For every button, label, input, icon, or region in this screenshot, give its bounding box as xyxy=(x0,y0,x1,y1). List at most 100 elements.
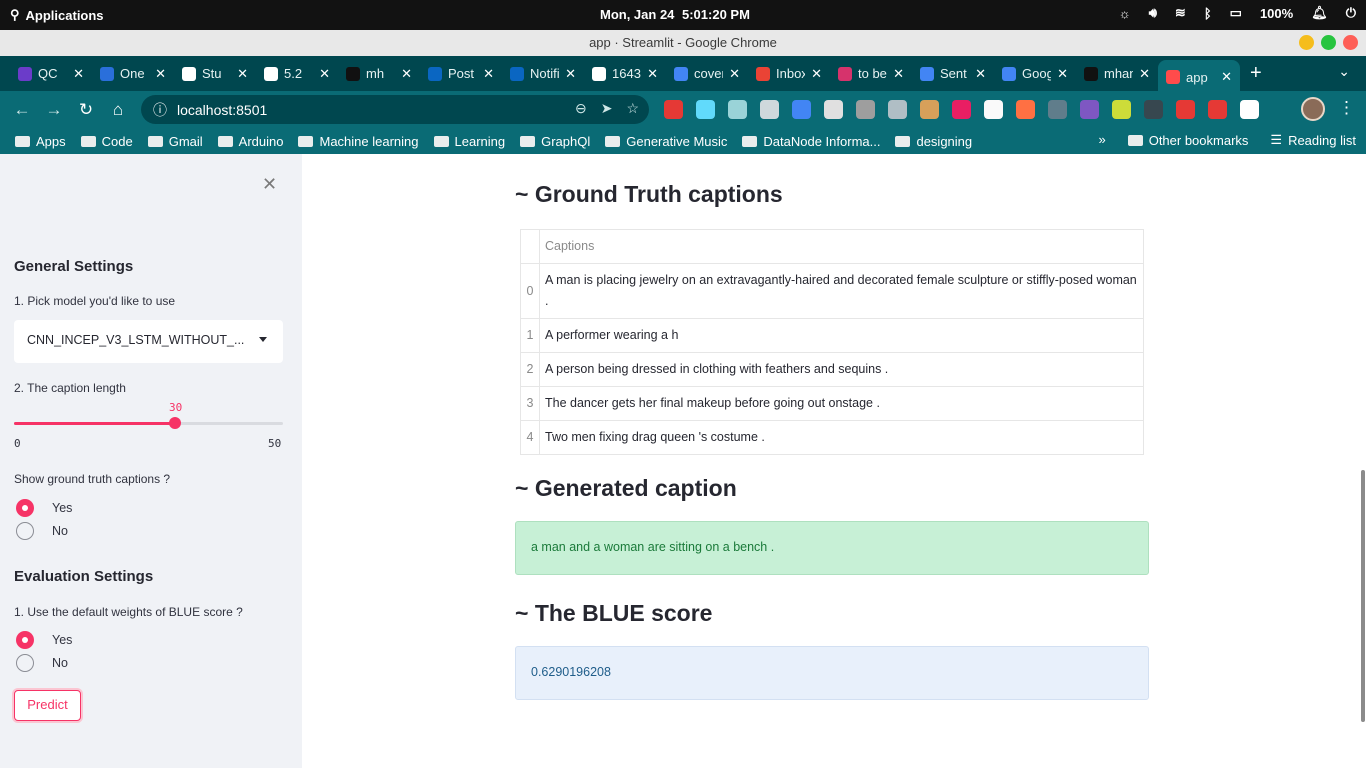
browser-tab[interactable]: 5.2 ✕ xyxy=(256,60,338,88)
brightness-icon[interactable]: ☼ xyxy=(1119,6,1131,21)
browser-tab[interactable]: app ✕ xyxy=(1158,59,1240,95)
extension-icon[interactable] xyxy=(728,100,747,119)
radio-selected[interactable] xyxy=(16,631,34,649)
maximize-button[interactable] xyxy=(1321,35,1336,50)
translate-icon[interactable] xyxy=(792,100,811,119)
scrollbar[interactable] xyxy=(1361,470,1365,722)
close-tab-icon[interactable]: ✕ xyxy=(1057,66,1068,82)
volume-icon[interactable]: 🔊︎ xyxy=(1149,5,1157,21)
extension-icon[interactable] xyxy=(984,100,1003,119)
profile-avatar[interactable] xyxy=(1301,97,1325,121)
extension-icon[interactable] xyxy=(1080,100,1099,119)
new-tab-icon[interactable]: + xyxy=(1250,62,1262,85)
extension-icon[interactable] xyxy=(888,100,907,119)
close-tab-icon[interactable]: ✕ xyxy=(647,66,658,82)
shield-icon[interactable] xyxy=(760,100,779,119)
extension-icon[interactable] xyxy=(1176,100,1195,119)
close-window-button[interactable] xyxy=(1343,35,1358,50)
close-tab-icon[interactable]: ✕ xyxy=(975,66,986,82)
bluetooth-icon[interactable]: ᛒ xyxy=(1204,6,1212,21)
cookie-icon[interactable] xyxy=(920,100,939,119)
tab-search-icon[interactable]: ⌄ xyxy=(1338,63,1350,80)
reading-list[interactable]: ☰ Reading list xyxy=(1270,132,1356,148)
bookmark-item[interactable]: Apps xyxy=(15,134,66,149)
close-tab-icon[interactable]: ✕ xyxy=(729,66,740,82)
close-tab-icon[interactable]: ✕ xyxy=(155,66,166,82)
applications-menu[interactable]: ⚲ Applications xyxy=(10,7,104,23)
browser-tab[interactable]: mh ✕ xyxy=(338,60,420,88)
bookmark-item[interactable]: Arduino xyxy=(217,134,283,149)
radio-unselected[interactable] xyxy=(16,654,34,672)
forward-button[interactable]: → xyxy=(38,100,70,120)
zoom-icon[interactable]: ⊖ xyxy=(575,100,587,117)
bookmark-item[interactable]: Machine learning xyxy=(298,134,419,149)
close-tab-icon[interactable]: ✕ xyxy=(811,66,822,82)
puzzle-icon[interactable] xyxy=(1240,100,1259,119)
weights-yes[interactable]: Yes xyxy=(16,631,72,649)
browser-tab[interactable]: Google ✕ xyxy=(994,60,1076,88)
radio-unselected[interactable] xyxy=(16,522,34,540)
chrome-menu-icon[interactable]: ⋮ xyxy=(1338,98,1355,118)
extension-icon[interactable] xyxy=(1208,100,1227,119)
close-tab-icon[interactable]: ✕ xyxy=(73,66,84,82)
extension-icon[interactable] xyxy=(824,100,843,119)
extension-icon[interactable] xyxy=(952,100,971,119)
power-icon[interactable]: ⏻ xyxy=(1346,5,1356,21)
extension-icon[interactable] xyxy=(856,100,875,119)
notification-icon[interactable]: 🔔︎ xyxy=(1311,5,1328,21)
send-icon[interactable]: ➤ xyxy=(601,100,613,117)
bookmark-item[interactable]: Code xyxy=(80,134,133,149)
wifi-icon[interactable]: ≋ xyxy=(1175,5,1186,21)
bookmark-item[interactable]: GraphQl xyxy=(520,134,590,149)
browser-tab[interactable]: One ✕ xyxy=(92,60,174,88)
slider-thumb[interactable] xyxy=(169,417,182,429)
close-tab-icon[interactable]: ✕ xyxy=(483,66,494,82)
bookmark-item[interactable]: Gmail xyxy=(147,134,203,149)
browser-tab[interactable]: mhanna ✕ xyxy=(1076,60,1158,88)
bookmark-star-icon[interactable]: ☆ xyxy=(626,100,639,117)
caption-length-slider[interactable] xyxy=(14,417,283,429)
browser-tab[interactable]: 164302 ✕ xyxy=(584,60,666,88)
ground-truth-yes[interactable]: Yes xyxy=(16,499,72,517)
browser-tab[interactable]: Stu ✕ xyxy=(174,60,256,88)
weights-no[interactable]: No xyxy=(16,654,68,672)
other-bookmarks[interactable]: Other bookmarks xyxy=(1127,132,1248,148)
extension-icon[interactable] xyxy=(1112,100,1131,119)
close-tab-icon[interactable]: ✕ xyxy=(893,66,904,82)
predict-button[interactable]: Predict xyxy=(14,690,81,721)
back-button[interactable]: ← xyxy=(6,100,38,120)
radio-selected[interactable] xyxy=(16,499,34,517)
close-tab-icon[interactable]: ✕ xyxy=(319,66,330,82)
os-date[interactable]: Mon, Jan 24 xyxy=(600,7,674,22)
close-icon[interactable]: ✕ xyxy=(262,174,277,195)
extension-icon[interactable] xyxy=(1144,100,1163,119)
react-devtools-icon[interactable] xyxy=(696,100,715,119)
reload-button[interactable]: ↻ xyxy=(70,100,102,120)
bookmark-item[interactable]: Learning xyxy=(433,134,505,149)
address-bar[interactable]: ⓘ localhost:8501 ⊖ ➤ ☆ xyxy=(141,95,649,124)
browser-tab[interactable]: Post | F ✕ xyxy=(420,60,502,88)
close-tab-icon[interactable]: ✕ xyxy=(401,66,412,82)
browser-tab[interactable]: Notifica ✕ xyxy=(502,60,584,88)
more-bookmarks-button[interactable]: » xyxy=(1098,132,1105,148)
minimize-button[interactable] xyxy=(1299,35,1314,50)
os-time[interactable]: 5:01:20 PM xyxy=(682,7,750,22)
bookmark-item[interactable]: designing xyxy=(895,134,972,149)
browser-tab[interactable]: to be ba ✕ xyxy=(830,60,912,88)
ground-truth-no[interactable]: No xyxy=(16,522,68,540)
bookmark-item[interactable]: Generative Music xyxy=(605,134,727,149)
close-tab-icon[interactable]: ✕ xyxy=(565,66,576,82)
extension-icon[interactable] xyxy=(664,100,683,119)
close-tab-icon[interactable]: ✕ xyxy=(237,66,248,82)
browser-tab[interactable]: Sent - M ✕ xyxy=(912,60,994,88)
info-icon[interactable]: ⓘ xyxy=(153,100,167,120)
browser-tab[interactable]: Inbox (✕ xyxy=(748,60,830,88)
bookmark-item[interactable]: DataNode Informa... xyxy=(742,134,880,149)
close-tab-icon[interactable]: ✕ xyxy=(1139,66,1150,82)
home-button[interactable]: ⌂ xyxy=(102,100,134,120)
model-select[interactable]: CNN_INCEP_V3_LSTM_WITHOUT_... xyxy=(14,320,283,363)
close-tab-icon[interactable]: ✕ xyxy=(1221,69,1232,85)
battery-icon[interactable]: ▭ xyxy=(1230,5,1242,21)
browser-tab[interactable]: cover le ✕ xyxy=(666,60,748,88)
browser-tab[interactable]: QC ✕ xyxy=(10,60,92,88)
